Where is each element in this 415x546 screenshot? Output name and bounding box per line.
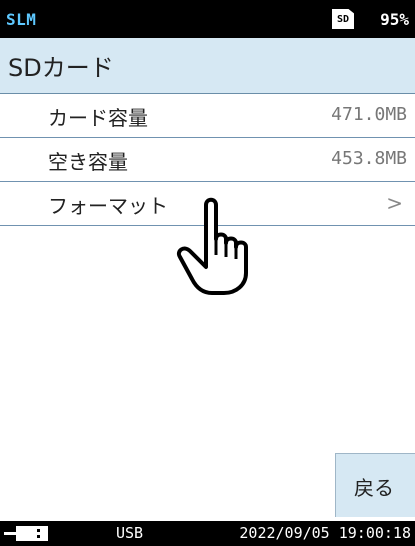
card-capacity-label: カード容量 <box>48 106 148 130</box>
sd-card-icon: SD <box>332 9 354 29</box>
bottom-status-bar: USB 2022/09/05 19:00:18 <box>0 521 415 546</box>
back-button[interactable]: 戻る <box>335 453 415 517</box>
device-screen: SLM SD 95% SDカード カード容量 471.0MB 空き容量 453.… <box>0 0 415 546</box>
hand-pointer-icon <box>177 197 248 295</box>
page-header: SDカード <box>0 38 415 94</box>
list-item-card-capacity[interactable]: カード容量 471.0MB <box>0 94 415 138</box>
card-capacity-value: 471.0MB <box>331 104 407 125</box>
top-status-bar: SLM SD 95% <box>0 0 415 38</box>
battery-level: 95% <box>380 10 409 29</box>
page-title: SDカード <box>8 54 114 82</box>
format-label: フォーマット <box>48 194 168 218</box>
back-button-label: 戻る <box>354 476 394 500</box>
datetime: 2022/09/05 19:00:18 <box>239 524 411 542</box>
free-space-value: 453.8MB <box>331 148 407 169</box>
free-space-label: 空き容量 <box>48 150 128 174</box>
list-item-free-space[interactable]: 空き容量 453.8MB <box>0 138 415 182</box>
chevron-right-icon: > <box>386 191 403 215</box>
usb-indicator: USB <box>116 524 144 542</box>
power-plug-icon <box>4 526 48 541</box>
mode-label: SLM <box>6 10 37 29</box>
